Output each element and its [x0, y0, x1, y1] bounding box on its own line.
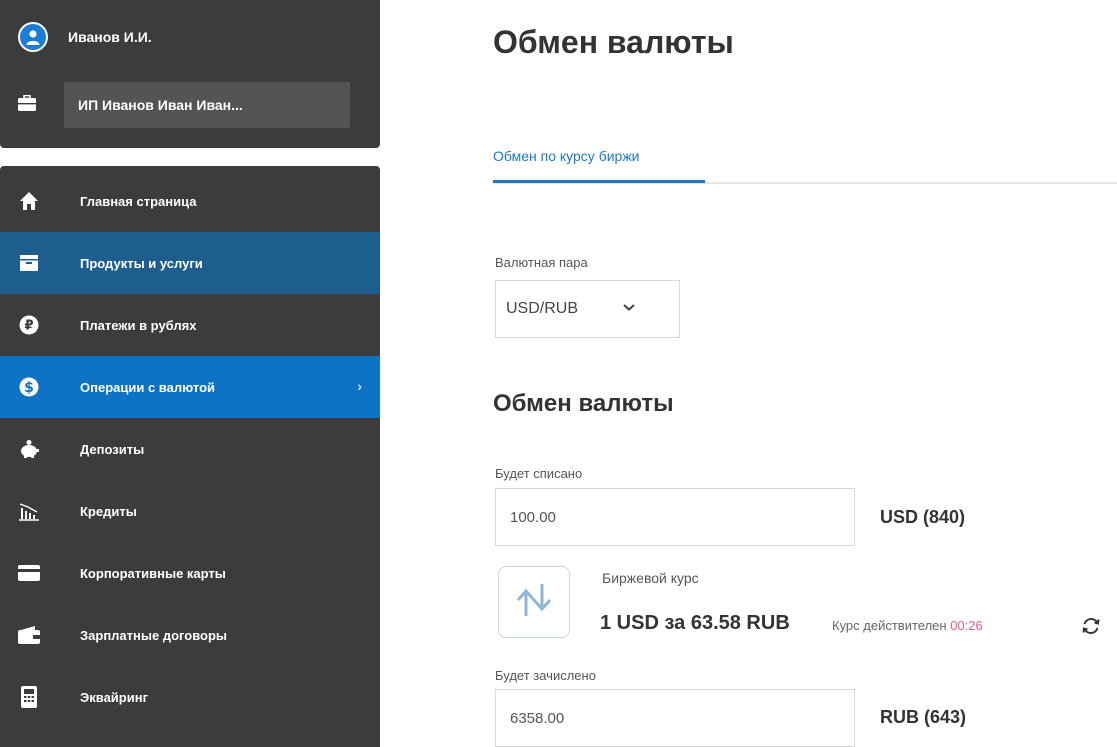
- menu-item-label: Кредиты: [80, 503, 137, 519]
- piggy-bank-icon: [18, 438, 40, 460]
- rate-label: Биржевой курс: [602, 570, 699, 586]
- archive-box-icon: [18, 252, 40, 274]
- refresh-icon[interactable]: [1081, 616, 1101, 641]
- menu-item-credits[interactable]: Кредиты: [0, 480, 380, 542]
- main-menu: Главная страница Продукты и услуги ₽ Пла…: [0, 166, 380, 747]
- menu-item-currency-operations[interactable]: $ Операции с валютой ›: [0, 356, 380, 418]
- rate-value: 1 USD за 63.58 RUB: [600, 612, 790, 634]
- rate-validity: Курс действителен 00:26: [832, 618, 983, 633]
- dollar-icon: $: [18, 376, 40, 398]
- menu-item-label: Эквайринг: [80, 689, 148, 705]
- bar-chart-icon: [18, 500, 40, 522]
- page-title: Обмен валюты: [493, 24, 734, 60]
- menu-item-acquiring[interactable]: Эквайринг: [0, 666, 380, 728]
- company-name: ИП Иванов Иван Иван...: [64, 82, 350, 128]
- rate-timer: 00:26: [950, 618, 983, 633]
- menu-item-label: Платежи в рублях: [80, 317, 197, 333]
- debit-label: Будет списано: [495, 466, 583, 481]
- menu-item-label: Зарплатные договоры: [80, 627, 227, 643]
- menu-item-home[interactable]: Главная страница: [0, 170, 380, 232]
- user-avatar-icon: [18, 22, 48, 52]
- menu-item-corporate-cards[interactable]: Корпоративные карты: [0, 542, 380, 604]
- menu-item-label: Депозиты: [80, 441, 145, 457]
- svg-text:$: $: [24, 380, 34, 396]
- debit-currency: USD (840): [880, 507, 966, 527]
- chevron-down-icon: [622, 299, 636, 317]
- svg-text:₽: ₽: [24, 319, 33, 334]
- debit-amount-input[interactable]: 100.00: [495, 488, 855, 546]
- currency-pair-value: USD/RUB: [506, 300, 579, 317]
- pos-terminal-icon: [18, 686, 40, 708]
- menu-item-label: Операции с валютой: [80, 379, 216, 395]
- swap-arrows-icon: [513, 580, 555, 625]
- exchange-section-title: Обмен валюты: [493, 390, 674, 417]
- sidebar: Иванов И.И. ИП Иванов Иван Иван... Главн…: [0, 0, 380, 747]
- credit-currency: RUB (643): [880, 707, 967, 727]
- user-block: Иванов И.И. ИП Иванов Иван Иван...: [0, 0, 380, 148]
- rate-valid-label: Курс действителен: [832, 618, 947, 633]
- home-icon: [18, 190, 40, 212]
- menu-item-label: Корпоративные карты: [80, 565, 226, 581]
- debit-amount-value: 100.00: [510, 508, 556, 526]
- wallet-icon: [18, 624, 40, 646]
- menu-item-products[interactable]: Продукты и услуги: [0, 232, 380, 294]
- main-content: Обмен валюты Обмен по курсу биржи Валютн…: [380, 0, 1117, 747]
- company-selector[interactable]: ИП Иванов Иван Иван...: [18, 82, 350, 128]
- currency-pair-select[interactable]: USD/RUB: [495, 280, 680, 338]
- ruble-icon: ₽: [18, 314, 40, 336]
- card-icon: [18, 562, 40, 584]
- menu-item-label: Главная страница: [80, 193, 197, 209]
- briefcase-icon: [18, 94, 36, 116]
- user-name: Иванов И.И.: [68, 29, 152, 45]
- tabs: Обмен по курсу биржи: [493, 140, 1117, 184]
- menu-item-deposits[interactable]: Депозиты: [0, 418, 380, 480]
- user-profile[interactable]: Иванов И.И.: [18, 22, 152, 52]
- credit-amount-value: 6358.00: [510, 709, 565, 727]
- currency-pair-label: Валютная пара: [495, 255, 588, 270]
- credit-label: Будет зачислено: [495, 668, 596, 683]
- credit-amount-input[interactable]: 6358.00: [495, 689, 855, 747]
- tab-exchange-rate[interactable]: Обмен по курсу биржи: [493, 148, 705, 183]
- menu-item-label: Продукты и услуги: [80, 255, 203, 271]
- menu-item-salary-contracts[interactable]: Зарплатные договоры: [0, 604, 380, 666]
- chevron-right-icon: ›: [357, 378, 362, 394]
- swap-currencies-button[interactable]: [498, 566, 570, 638]
- menu-item-ruble-payments[interactable]: ₽ Платежи в рублях: [0, 294, 380, 356]
